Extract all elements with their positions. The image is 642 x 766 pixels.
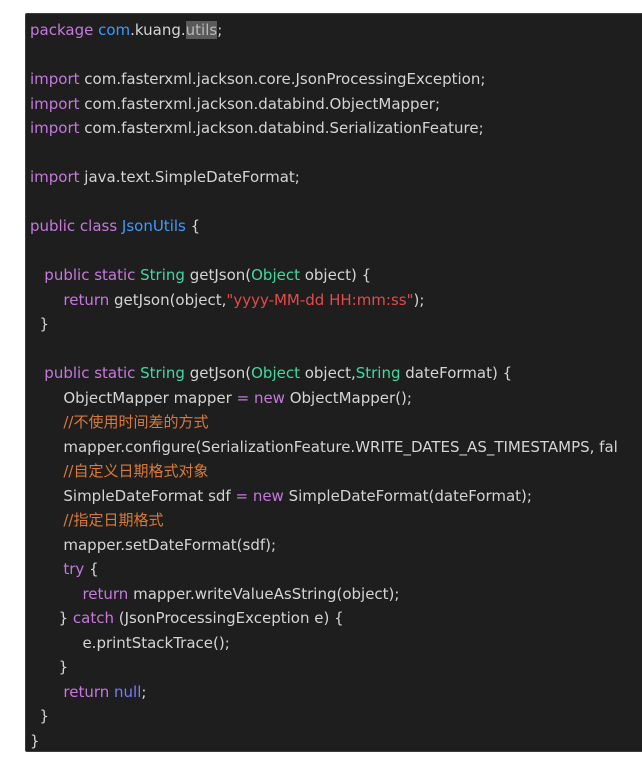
code-line[interactable]: import com.fasterxml.jackson.databind.Ob… <box>26 92 642 117</box>
code-token: String <box>355 364 406 382</box>
code-line[interactable]: ObjectMapper mapper = new ObjectMapper()… <box>26 386 642 411</box>
code-line[interactable]: return getJson(object,"yyyy-MM-dd HH:mm:… <box>26 288 642 313</box>
code-line[interactable]: SimpleDateFormat sdf = new SimpleDateFor… <box>26 484 642 509</box>
code-line[interactable]: import java.text.SimpleDateFormat; <box>26 165 642 190</box>
code-token: ); <box>413 290 425 309</box>
code-token: utils <box>185 21 218 39</box>
code-token: catch <box>72 609 119 627</box>
code-token: getJson( <box>189 266 252 284</box>
code-line[interactable]: try { <box>26 557 642 582</box>
code-token: { <box>89 560 99 578</box>
code-token: ObjectMapper(); <box>289 388 412 407</box>
code-token: try <box>30 560 90 578</box>
code-token: = <box>236 388 254 407</box>
code-line[interactable] <box>26 239 642 264</box>
code-token: return <box>30 290 115 309</box>
code-line[interactable] <box>26 43 642 68</box>
code-token: new <box>252 486 289 505</box>
code-line[interactable]: mapper.configure(SerializationFeature.WR… <box>26 435 642 460</box>
code-token: Object <box>251 266 305 284</box>
code-token: String <box>140 266 190 284</box>
code-token: //不使用时间差的方式 <box>30 413 209 431</box>
code-token: public static <box>30 266 141 284</box>
code-line[interactable]: //不使用时间差的方式 <box>26 410 642 435</box>
code-line[interactable]: return mapper.writeValueAsString(object)… <box>26 582 642 607</box>
code-token: mapper.writeValueAsString(object); <box>133 584 400 603</box>
code-token: com.fasterxml.jackson.core.JsonProcessin… <box>84 70 486 88</box>
code-token: com <box>98 21 131 39</box>
code-token: ; <box>217 21 223 39</box>
code-token: new <box>253 388 290 407</box>
code-line[interactable]: import com.fasterxml.jackson.databind.Se… <box>26 116 642 141</box>
code-token: return <box>30 682 115 701</box>
code-token: JsonUtils <box>121 217 186 235</box>
code-token: public static <box>30 364 141 382</box>
code-token: package <box>30 21 99 39</box>
code-token: } <box>30 315 50 333</box>
code-line[interactable]: } <box>26 655 642 680</box>
code-editor[interactable]: package com.kuang.utils; import com.faste… <box>25 13 642 752</box>
code-token: SimpleDateFormat(dateFormat); <box>288 486 532 505</box>
code-line[interactable] <box>26 190 642 215</box>
code-token: import <box>30 70 85 88</box>
code-token: (JsonProcessingException e) { <box>118 609 344 627</box>
code-line[interactable]: import com.fasterxml.jackson.core.JsonPr… <box>26 67 642 92</box>
code-line[interactable]: } catch (JsonProcessingException e) { <box>26 606 642 631</box>
code-token: } <box>30 707 50 725</box>
code-token: object, <box>304 364 356 382</box>
code-token: ObjectMapper mapper <box>30 388 237 407</box>
code-token: import <box>30 168 85 186</box>
code-token: } <box>30 731 40 750</box>
code-token: mapper.setDateFormat(sdf); <box>30 535 277 554</box>
code-line[interactable]: } <box>26 704 642 729</box>
code-area[interactable]: package com.kuang.utils; import com.faste… <box>26 18 642 752</box>
code-line[interactable]: } <box>26 312 642 337</box>
code-token: null <box>114 682 142 701</box>
code-token: e.printStackTrace(); <box>30 633 230 652</box>
code-line[interactable]: public static String getJson(Object obje… <box>26 361 642 386</box>
code-line[interactable]: //自定义日期格式对象 <box>26 459 642 484</box>
code-line[interactable]: return null; <box>26 680 642 705</box>
code-token: return <box>30 584 134 603</box>
code-line[interactable] <box>26 141 642 166</box>
code-token: com.fasterxml.jackson.databind.Serializa… <box>84 119 484 137</box>
code-line[interactable]: //指定日期格式 <box>26 508 642 533</box>
code-line[interactable] <box>26 337 642 362</box>
code-token: getJson( <box>189 364 252 382</box>
code-token: mapper.configure(SerializationFeature.WR… <box>30 437 618 456</box>
code-token: = <box>235 486 253 505</box>
code-token: SimpleDateFormat sdf <box>30 486 236 505</box>
code-token: //自定义日期格式对象 <box>30 462 209 480</box>
code-line[interactable]: public static String getJson(Object obje… <box>26 263 642 288</box>
code-token: com.fasterxml.jackson.databind.ObjectMap… <box>84 94 440 113</box>
code-token: } <box>30 658 69 676</box>
code-token: java.text.SimpleDateFormat; <box>84 168 300 186</box>
code-token: "yyyy-MM-dd HH:mm:ss" <box>226 290 414 309</box>
code-token: import <box>30 119 85 137</box>
code-token: object) { <box>304 266 372 284</box>
code-token: import <box>30 94 85 113</box>
code-token: String <box>140 364 190 382</box>
code-line[interactable]: public class JsonUtils { <box>26 214 642 239</box>
code-token: { <box>185 217 201 235</box>
code-line[interactable]: mapper.setDateFormat(sdf); <box>26 533 642 558</box>
code-token: getJson(object, <box>114 290 227 309</box>
code-token: } <box>30 609 73 627</box>
code-token: .kuang. <box>130 21 186 39</box>
code-line[interactable]: e.printStackTrace(); <box>26 631 642 656</box>
code-token: //指定日期格式 <box>30 511 164 529</box>
code-line[interactable]: package com.kuang.utils; <box>26 18 642 43</box>
code-line[interactable]: } <box>26 729 642 752</box>
code-token: dateFormat) { <box>405 364 513 382</box>
code-token: Object <box>251 364 305 382</box>
code-token: public class <box>30 217 122 235</box>
code-token: ; <box>141 682 147 701</box>
